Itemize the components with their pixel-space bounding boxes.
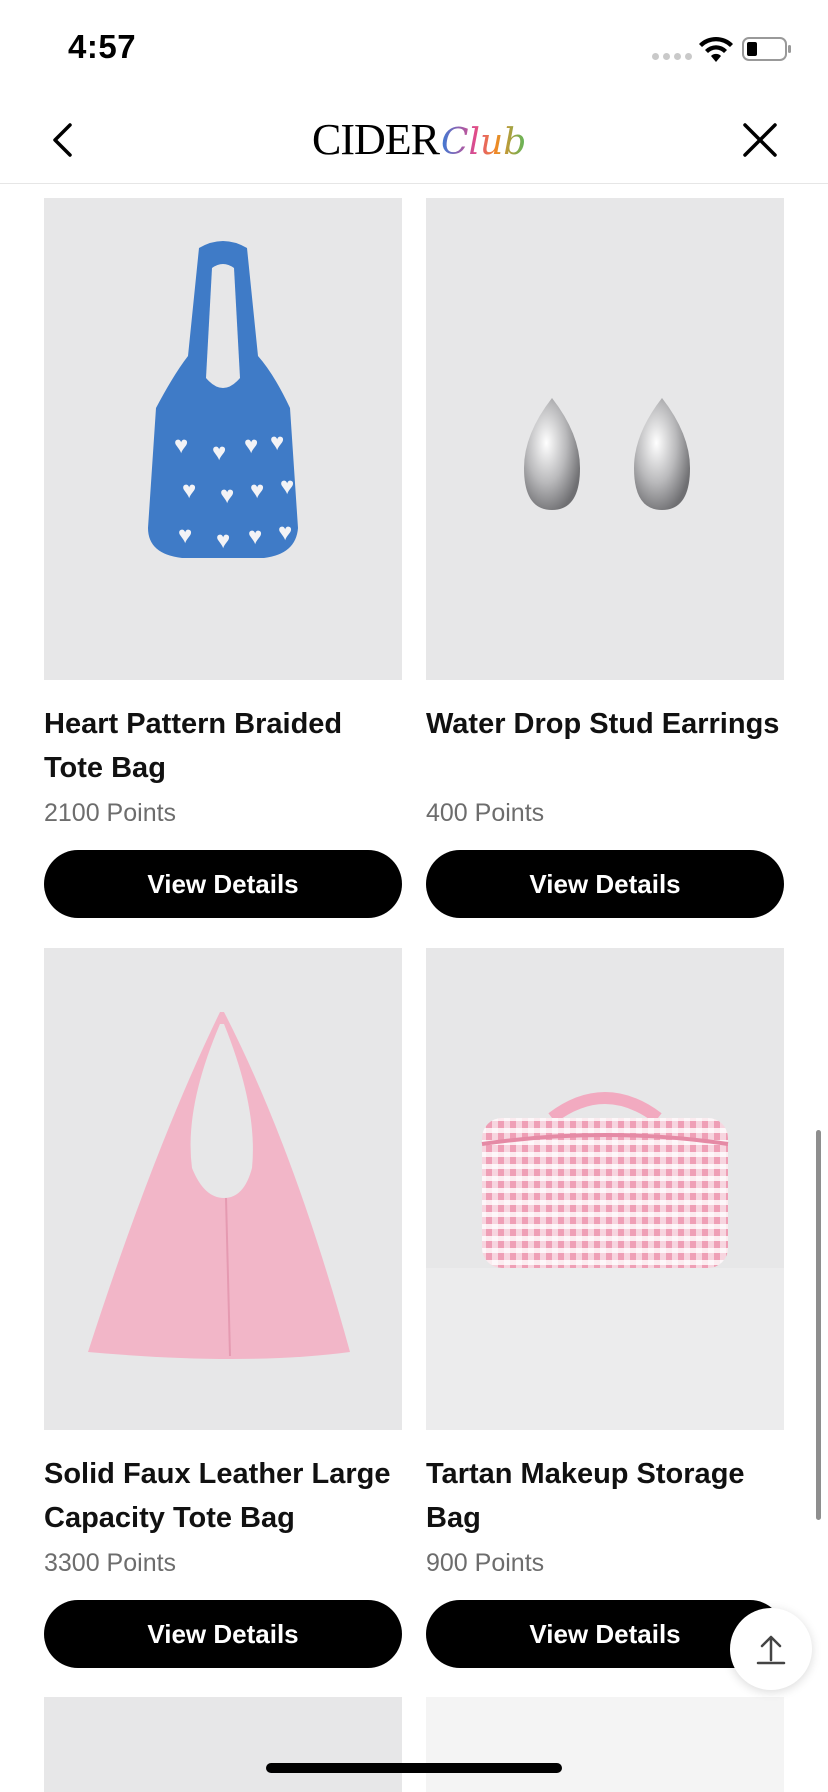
svg-text:♥: ♥ xyxy=(178,522,192,549)
product-points: 900 Points xyxy=(426,1549,545,1577)
logo-text: CIDER xyxy=(312,115,440,164)
nav-bar: CIDER Club xyxy=(0,100,828,184)
scrollbar[interactable] xyxy=(816,1130,821,1520)
product-image[interactable] xyxy=(44,948,402,1430)
product-card[interactable]: Water Drop Stud Earrings 400 Points View… xyxy=(426,198,784,918)
svg-text:♥: ♥ xyxy=(216,527,230,554)
cider-club-logo: CIDER Club xyxy=(312,114,526,168)
product-image-partial[interactable] xyxy=(426,1697,784,1792)
battery-icon xyxy=(742,37,791,61)
product-image[interactable]: ♥ ♥ ♥ ♥ ♥ ♥ ♥ ♥ ♥ ♥ ♥ ♥ xyxy=(44,198,402,680)
product-points: 2100 Points xyxy=(44,799,177,827)
product-points: 3300 Points xyxy=(44,1549,177,1577)
cellular-signal-icon xyxy=(652,53,692,60)
silver-earrings-image xyxy=(524,398,690,510)
back-button[interactable] xyxy=(40,118,84,162)
svg-text:♥: ♥ xyxy=(280,473,294,500)
product-points: 400 Points xyxy=(426,799,545,827)
pink-leather-tote-image xyxy=(88,1012,350,1359)
blue-heart-tote-image: ♥ ♥ ♥ ♥ ♥ ♥ ♥ ♥ ♥ ♥ ♥ ♥ xyxy=(148,241,298,558)
close-button[interactable] xyxy=(738,118,782,162)
svg-text:♥: ♥ xyxy=(182,477,196,504)
product-title: Water Drop Stud Earrings xyxy=(426,708,780,740)
product-image-partial[interactable] xyxy=(44,1697,402,1792)
product-card[interactable]: ♥ ♥ ♥ ♥ ♥ ♥ ♥ ♥ ♥ ♥ ♥ ♥ Heart Pattern Braided Tot… xyxy=(44,198,402,918)
view-details-button[interactable]: View Details xyxy=(44,1600,402,1668)
svg-text:♥: ♥ xyxy=(174,432,188,459)
product-title: Heart Pattern Braided Tote Bag xyxy=(44,708,343,784)
product-title: Solid Faux Leather Large Capacity Tote B… xyxy=(44,1458,391,1534)
arrow-up-to-top-icon xyxy=(756,1635,786,1665)
product-title: Tartan Makeup Storage Bag xyxy=(426,1458,745,1534)
close-icon xyxy=(743,123,777,157)
home-indicator xyxy=(266,1763,562,1773)
svg-text:♥: ♥ xyxy=(278,519,292,546)
svg-text:♥: ♥ xyxy=(220,482,234,509)
product-card[interactable]: Solid Faux Leather Large Capacity Tote B… xyxy=(44,948,402,1668)
svg-text:♥: ♥ xyxy=(248,523,262,550)
svg-text:♥: ♥ xyxy=(250,477,264,504)
status-bar: 4:57 xyxy=(0,0,828,100)
chevron-left-icon xyxy=(53,123,72,157)
view-details-button[interactable]: View Details xyxy=(426,850,784,918)
product-image[interactable] xyxy=(426,948,784,1430)
scroll-to-top-button[interactable] xyxy=(730,1608,812,1690)
svg-text:♥: ♥ xyxy=(244,432,258,459)
pink-makeup-bag-image xyxy=(426,1092,784,1430)
product-card[interactable]: Tartan Makeup Storage Bag 900 Points Vie… xyxy=(426,948,784,1668)
view-details-button[interactable]: View Details xyxy=(44,850,402,918)
product-image[interactable] xyxy=(426,198,784,680)
screen: 4:57 CIDER Club ♥ ♥ ♥ ♥ ♥ ♥ ♥ ♥ ♥ ♥ ♥ ♥ … xyxy=(0,0,828,1792)
svg-text:♥: ♥ xyxy=(270,429,284,456)
status-time: 4:57 xyxy=(68,28,137,65)
svg-text:♥: ♥ xyxy=(212,439,226,466)
wifi-icon xyxy=(699,36,733,62)
logo-club-text: Club xyxy=(441,122,527,163)
